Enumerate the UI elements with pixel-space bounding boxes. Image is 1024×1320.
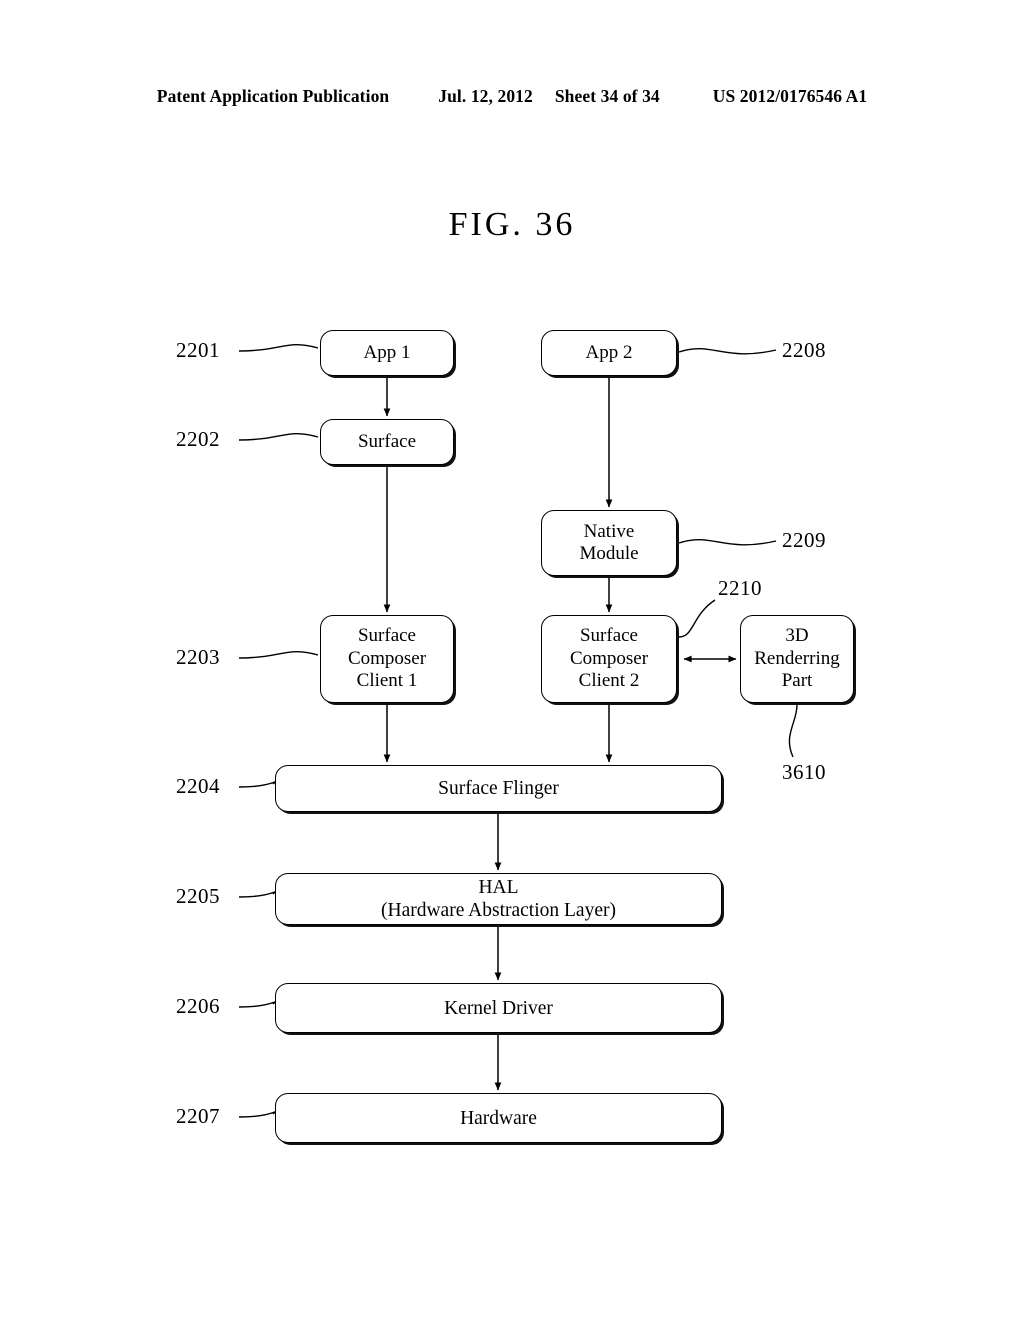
scc1-line-3: Client 1 xyxy=(356,670,418,692)
leader-line-2202 xyxy=(238,432,319,441)
node-native-module[interactable]: Native Module xyxy=(541,510,677,576)
block-diagram: App 1 Surface Surface Composer Client 1 … xyxy=(0,0,1024,1320)
render3d-line-3: Part xyxy=(781,670,813,692)
reference-numeral-2204: 2204 xyxy=(176,774,220,798)
node-native-module-label: Native Module xyxy=(573,521,644,566)
native-line-1: Native xyxy=(583,520,635,542)
leader-line-2205 xyxy=(238,890,278,898)
reference-numeral-2209: 2209 xyxy=(782,528,826,552)
scc1-line-1: Surface xyxy=(357,625,416,647)
reference-numeral-2205: 2205 xyxy=(176,884,220,908)
node-surface-composer-client-1[interactable]: Surface Composer Client 1 xyxy=(320,615,454,703)
reference-numeral-3610: 3610 xyxy=(782,760,826,784)
node-surface-composer-client-2-label: Surface Composer Client 2 xyxy=(564,625,654,692)
hal-line-1: HAL xyxy=(478,877,519,898)
leader-line-2206 xyxy=(238,1000,278,1008)
leader-line-2209 xyxy=(678,539,777,546)
render3d-line-2: Renderring xyxy=(754,647,840,669)
node-3d-renderring-part[interactable]: 3D Renderring Part xyxy=(740,615,854,703)
node-hardware-label: Hardware xyxy=(460,1107,537,1129)
scc2-line-1: Surface xyxy=(579,625,638,647)
reference-numeral-2202: 2202 xyxy=(176,427,220,451)
leader-line-2201 xyxy=(238,343,319,352)
leader-line-2210 xyxy=(678,599,716,638)
node-surface-composer-client-1-label: Surface Composer Client 1 xyxy=(342,625,432,692)
leader-line-2207 xyxy=(238,1110,278,1118)
node-kernel-driver[interactable]: Kernel Driver xyxy=(275,983,722,1033)
reference-numeral-2203: 2203 xyxy=(176,645,220,669)
node-app2[interactable]: App 2 xyxy=(541,330,677,376)
leader-line-3610 xyxy=(788,704,798,758)
reference-numeral-2208: 2208 xyxy=(782,338,826,362)
node-surface-flinger[interactable]: Surface Flinger xyxy=(275,765,722,812)
scc1-line-2: Composer xyxy=(347,647,427,669)
node-surface-flinger-label: Surface Flinger xyxy=(438,778,559,799)
leader-line-2208 xyxy=(678,348,777,355)
reference-numeral-2201: 2201 xyxy=(176,338,220,362)
scc2-line-3: Client 2 xyxy=(578,670,640,692)
reference-numeral-2206: 2206 xyxy=(176,994,220,1018)
node-app2-label: App 2 xyxy=(585,341,633,363)
node-app1-label: App 1 xyxy=(363,341,411,363)
scc2-line-2: Composer xyxy=(569,647,649,669)
render3d-line-1: 3D xyxy=(785,625,809,647)
node-hardware[interactable]: Hardware xyxy=(275,1093,722,1143)
node-3d-renderring-part-label: 3D Renderring Part xyxy=(748,625,845,692)
leader-line-2204 xyxy=(238,780,278,788)
node-hal-label: HAL (Hardware Abstraction Layer) xyxy=(375,876,622,922)
native-line-2: Module xyxy=(579,543,639,564)
node-surface-composer-client-2[interactable]: Surface Composer Client 2 xyxy=(541,615,677,703)
node-hal[interactable]: HAL (Hardware Abstraction Layer) xyxy=(275,873,722,925)
reference-numeral-2207: 2207 xyxy=(176,1104,220,1128)
leader-line-2203 xyxy=(238,650,319,659)
reference-numeral-2210: 2210 xyxy=(718,576,762,600)
node-surface[interactable]: Surface xyxy=(320,419,454,465)
node-surface-label: Surface xyxy=(357,430,417,452)
node-kernel-driver-label: Kernel Driver xyxy=(444,997,553,1019)
node-app1[interactable]: App 1 xyxy=(320,330,454,376)
hal-line-2: (Hardware Abstraction Layer) xyxy=(381,900,616,921)
